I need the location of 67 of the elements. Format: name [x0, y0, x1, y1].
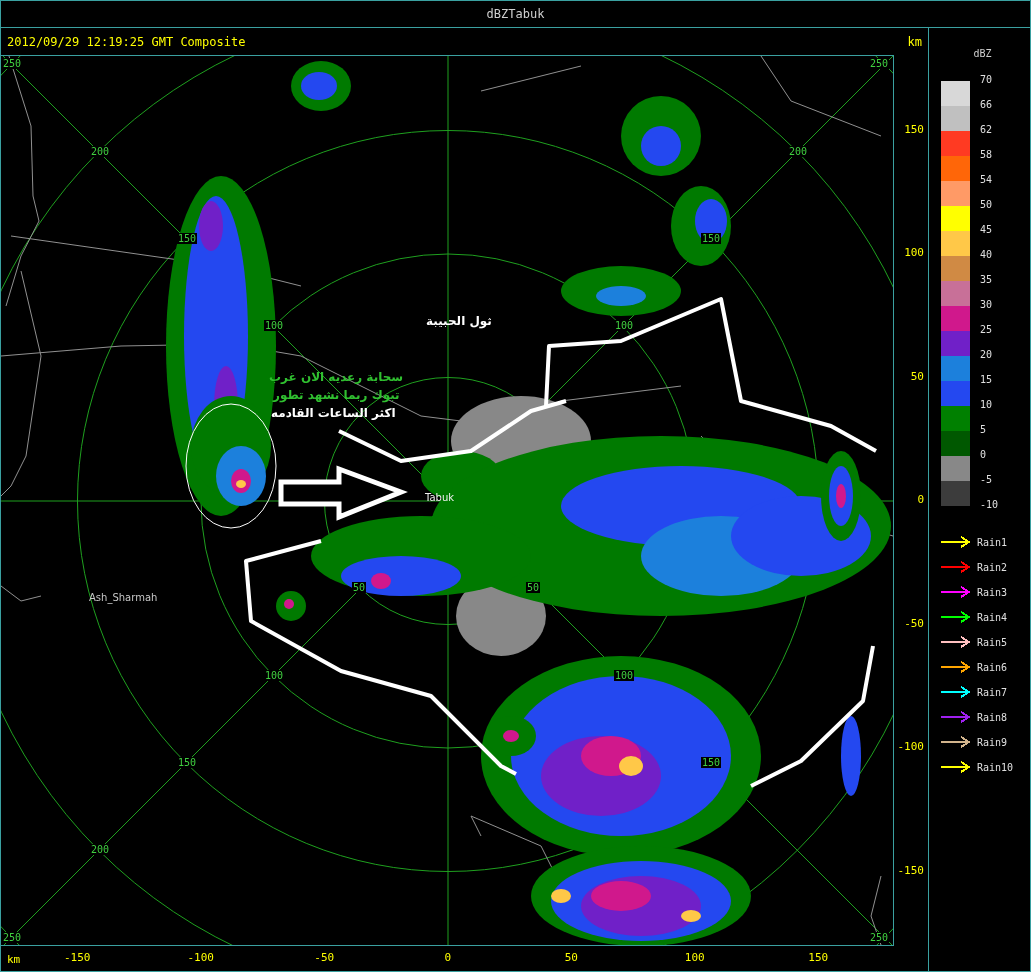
legend-label: Rain5 — [977, 636, 1008, 648]
legend-title: dBZ — [972, 48, 993, 59]
place-label: Ash_Sharmah — [89, 592, 158, 603]
axis-tick-label: -50 — [904, 616, 924, 630]
range-label: 250 — [2, 932, 23, 943]
scale-label: 70 — [980, 74, 993, 85]
legend-label: Rain10 — [977, 761, 1014, 773]
range-label: 150 — [177, 233, 198, 244]
legend-label: Rain7 — [977, 686, 1008, 698]
range-label: 200 — [90, 844, 111, 855]
place-label: Tabuk — [425, 492, 455, 503]
timestamp-label: 2012/09/29 12:19:25 GMT Composite — [7, 34, 246, 49]
scale-label: -5 — [980, 474, 993, 485]
scale-label: 40 — [980, 249, 993, 260]
scale-label: 58 — [980, 149, 993, 160]
axis-tick-label: 100 — [904, 246, 924, 259]
axis-tick-label: 0 — [444, 951, 452, 964]
legend-label: Rain8 — [977, 711, 1008, 723]
scale-label: 50 — [980, 199, 993, 210]
legend-label: Rain3 — [977, 586, 1008, 598]
window-title: dBZTabuk — [486, 7, 545, 21]
axis-tick-label: 150 — [808, 951, 829, 964]
range-label: 100 — [264, 320, 285, 331]
scale-label: 25 — [980, 324, 993, 335]
range-label: 50 — [352, 582, 367, 593]
legend-label: Rain1 — [977, 536, 1008, 548]
scale-label: 62 — [980, 124, 993, 135]
scale-label: 35 — [980, 274, 993, 285]
range-label: 150 — [177, 757, 198, 768]
unit-label: km — [907, 34, 922, 49]
range-label: 100 — [264, 670, 285, 681]
scale-label: 5 — [980, 424, 987, 435]
scale-label: 30 — [980, 299, 993, 310]
axis-tick-label: 150 — [904, 122, 924, 136]
axis-tick-label: -100 — [897, 740, 924, 753]
range-label: 250 — [869, 58, 890, 69]
legend-label: Rain2 — [977, 561, 1008, 573]
axis-tick-label: 0 — [917, 493, 924, 506]
range-label: 250 — [2, 58, 23, 69]
scale-label: -10 — [980, 499, 999, 510]
annotation-text: ثول الحبيبة — [426, 314, 492, 328]
range-label: 100 — [614, 320, 635, 331]
legend-label: Rain6 — [977, 661, 1008, 673]
scale-label: 0 — [980, 449, 987, 460]
axis-unit-label: km — [7, 953, 21, 966]
range-label: 250 — [869, 932, 890, 943]
legend-label: Rain4 — [977, 611, 1008, 623]
range-label: 150 — [701, 233, 722, 244]
scale-label: 45 — [980, 224, 993, 235]
range-label: 200 — [788, 146, 809, 157]
scale-label: 54 — [980, 174, 993, 185]
axis-tick-label: 50 — [564, 951, 578, 964]
scale-label: 10 — [980, 399, 993, 410]
axis-tick-label: -100 — [187, 951, 214, 964]
scale-label: 15 — [980, 374, 993, 385]
axis-tick-label: -50 — [314, 951, 335, 964]
range-label: 200 — [90, 146, 111, 157]
axis-tick-label: 50 — [910, 369, 924, 383]
axis-tick-label: 100 — [684, 951, 705, 964]
range-label: 100 — [614, 670, 635, 681]
axis-tick-label: -150 — [897, 863, 924, 877]
axis-tick-label: -150 — [63, 951, 91, 964]
range-label: 50 — [526, 582, 541, 593]
legend-label: Rain9 — [977, 736, 1008, 748]
scale-label: 20 — [980, 349, 993, 360]
range-label: 150 — [701, 757, 722, 768]
scale-label: 66 — [980, 99, 993, 110]
